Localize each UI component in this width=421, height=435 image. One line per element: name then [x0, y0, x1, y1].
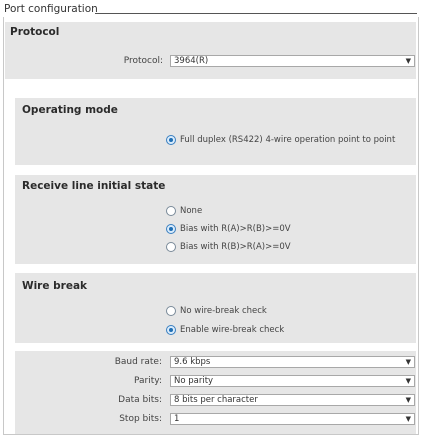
- data-bits-select[interactable]: 8 bits per character ▼: [170, 394, 415, 406]
- radio-no-wire-break-label: No wire-break check: [180, 306, 267, 316]
- baud-rate-label: Baud rate:: [114, 357, 162, 367]
- receive-line-heading: Receive line initial state: [22, 180, 166, 192]
- radio-bias-b-a-label: Bias with R(B)>R(A)>=0V: [180, 242, 291, 252]
- chevron-down-icon: ▼: [405, 415, 411, 423]
- data-bits-label: Data bits:: [118, 395, 162, 405]
- radio-unselected-icon: [166, 206, 176, 216]
- parity-value: No parity: [174, 376, 214, 386]
- wire-break-heading: Wire break: [22, 280, 88, 292]
- chevron-down-icon: ▼: [405, 358, 411, 366]
- chevron-down-icon: ▼: [405, 57, 411, 65]
- protocol-label: Protocol:: [123, 56, 163, 66]
- baud-rate-select[interactable]: 9.6 kbps ▼: [170, 356, 415, 368]
- radio-selected-icon: [166, 224, 176, 234]
- protocol-section: [5, 22, 416, 79]
- parity-label: Parity:: [134, 376, 162, 386]
- operating-mode-heading: Operating mode: [22, 104, 118, 116]
- radio-selected-icon: [166, 325, 176, 335]
- radio-unselected-icon: [166, 242, 176, 252]
- radio-none-label: None: [180, 206, 203, 216]
- protocol-select-value: 3964(R): [174, 56, 209, 66]
- radio-full-duplex-label: Full duplex (RS422) 4-wire operation poi…: [180, 135, 396, 145]
- data-bits-value: 8 bits per character: [174, 395, 258, 405]
- chevron-down-icon: ▼: [405, 396, 411, 404]
- protocol-heading: Protocol: [10, 26, 60, 38]
- stop-bits-select[interactable]: 1 ▼: [170, 413, 415, 425]
- stop-bits-label: Stop bits:: [119, 414, 162, 424]
- radio-selected-icon: [166, 135, 176, 145]
- stop-bits-value: 1: [174, 414, 180, 424]
- title-divider: [95, 13, 417, 14]
- parity-select[interactable]: No parity ▼: [170, 375, 415, 387]
- protocol-select[interactable]: 3964(R) ▼: [170, 55, 415, 67]
- chevron-down-icon: ▼: [405, 377, 411, 385]
- radio-bias-a-b-label: Bias with R(A)>R(B)>=0V: [180, 224, 291, 234]
- radio-unselected-icon: [166, 306, 176, 316]
- baud-rate-value: 9.6 kbps: [174, 357, 211, 367]
- radio-enable-wire-break-label: Enable wire-break check: [180, 325, 285, 335]
- page-title: Port configuration: [4, 3, 98, 15]
